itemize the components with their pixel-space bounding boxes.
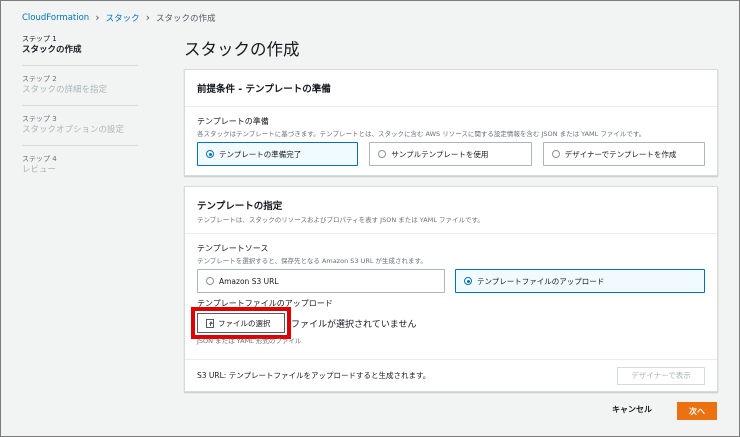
prerequisite-panel: 前提条件 - テンプレートの準備 テンプレートの準備 各スタックはテンプレートに…	[184, 69, 718, 176]
step-number: ステップ 4	[22, 155, 57, 163]
step-title: スタックオプションの設定	[22, 125, 125, 135]
upload-icon	[206, 318, 214, 328]
radio-icon	[378, 150, 387, 158]
panel-header: 前提条件 - テンプレートの準備	[185, 70, 717, 107]
radio-icon	[206, 277, 214, 285]
option-s3-url[interactable]: Amazon S3 URL	[197, 269, 445, 293]
field-label: テンプレートの準備	[197, 117, 269, 126]
no-file-text: ファイルが選択されていません	[291, 319, 417, 330]
choose-file-label: ファイルの選択	[218, 318, 271, 328]
s3-url-text: S3 URL: テンプレートファイルをアップロードすると生成されます。	[197, 371, 431, 380]
file-hint: JSON または YAML 形式のファイル	[197, 337, 302, 345]
option-label: デザイナーでテンプレートを作成	[564, 149, 677, 159]
field-description: テンプレートを選択すると、保存先となる Amazon S3 URL が生成されま…	[197, 257, 427, 265]
step-title: レビュー	[22, 165, 57, 175]
step-3: ステップ 3 スタックオプションの設定	[22, 114, 138, 146]
step-2: ステップ 2 スタックの詳細を指定	[22, 74, 138, 106]
step-title: スタックの詳細を指定	[22, 85, 108, 95]
option-label: テンプレートファイルのアップロード	[477, 276, 605, 286]
cancel-button[interactable]: キャンセル	[612, 404, 652, 415]
step-number: ステップ 1	[22, 35, 57, 43]
step-title: スタックの作成	[22, 45, 82, 55]
panel-description: テンプレートは、スタックのリソースおよびプロパティを表す JSON または YA…	[197, 216, 484, 224]
choose-file-button[interactable]: ファイルの選択	[191, 307, 291, 339]
prepare-template-options: テンプレートの準備完了 サンプルテンプレートを使用 デザイナーでテンプレートを作…	[197, 142, 705, 166]
breadcrumb: CloudFormation › スタック › スタックの作成	[22, 12, 216, 24]
chevron-right-icon: ›	[145, 11, 151, 24]
wizard-steps: ステップ 1 スタックの作成 ステップ 2 スタックの詳細を指定 ステップ 3 …	[22, 34, 138, 193]
chevron-right-icon: ›	[95, 11, 100, 24]
option-template-ready[interactable]: テンプレートの準備完了	[197, 142, 359, 166]
field-label: テンプレートソース	[197, 244, 269, 253]
file-upload-row: ファイルの選択 ファイルが選択されていません	[191, 307, 705, 339]
radio-selected-icon	[464, 277, 472, 285]
panel-body: テンプレートソース テンプレートを選択すると、保存先となる Amazon S3 …	[185, 234, 717, 359]
template-source-options: Amazon S3 URL テンプレートファイルのアップロード	[197, 269, 705, 293]
specify-template-panel: テンプレートの指定 テンプレートは、スタックのリソースおよびプロパティを表す J…	[184, 186, 718, 392]
view-in-designer-button[interactable]: デザイナーで表示	[617, 366, 705, 385]
field-description: 各スタックはテンプレートに基づきます。テンプレートとは、スタックに含む AWS …	[197, 130, 646, 138]
radio-icon	[551, 150, 560, 158]
panel-footer: S3 URL: テンプレートファイルをアップロードすると生成されます。 デザイナ…	[185, 359, 717, 391]
breadcrumb-cloudformation[interactable]: CloudFormation	[22, 13, 89, 23]
option-label: サンプルテンプレートを使用	[391, 149, 489, 159]
field-label: テンプレートファイルのアップロード	[197, 299, 333, 308]
panel-title: テンプレートの指定	[197, 201, 283, 212]
next-button[interactable]: 次へ	[677, 402, 717, 420]
radio-selected-icon	[206, 150, 214, 158]
option-label: テンプレートの準備完了	[219, 149, 302, 159]
page-title: スタックの作成	[184, 40, 300, 59]
step-number: ステップ 2	[22, 75, 57, 83]
option-designer-template[interactable]: デザイナーでテンプレートを作成	[542, 142, 705, 166]
option-label: Amazon S3 URL	[219, 276, 279, 286]
option-sample-template[interactable]: サンプルテンプレートを使用	[369, 142, 532, 166]
step-number: ステップ 3	[22, 115, 57, 123]
panel-title: 前提条件 - テンプレートの準備	[197, 84, 331, 95]
step-4: ステップ 4 レビュー	[22, 154, 138, 185]
panel-header: テンプレートの指定 テンプレートは、スタックのリソースおよびプロパティを表す J…	[185, 187, 717, 234]
breadcrumb-stacks[interactable]: スタック	[106, 12, 140, 24]
breadcrumb-current: スタックの作成	[156, 14, 216, 24]
step-1: ステップ 1 スタックの作成	[22, 34, 138, 66]
panel-body: テンプレートの準備 各スタックはテンプレートに基づきます。テンプレートとは、スタ…	[185, 107, 717, 166]
option-upload-template[interactable]: テンプレートファイルのアップロード	[455, 269, 705, 293]
